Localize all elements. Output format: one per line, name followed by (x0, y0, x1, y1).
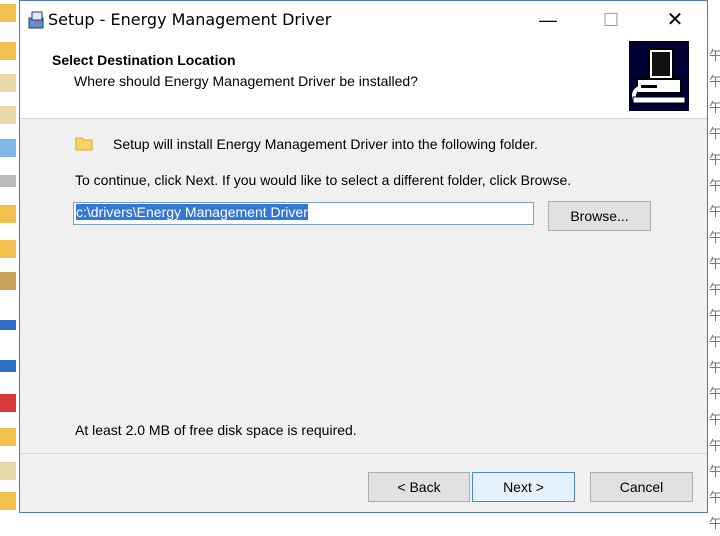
title-bar[interactable]: Setup - Energy Management Driver — ☐ ✕ (20, 1, 707, 39)
footer-separator (20, 453, 707, 454)
desktop-list-char: 午 (709, 412, 720, 427)
desktop-folder-icon (0, 4, 16, 22)
folder-icon (75, 137, 93, 151)
desktop-app-icon (0, 394, 16, 412)
minimize-button[interactable]: — (525, 1, 571, 39)
desktop-folder-icon (0, 205, 16, 223)
desktop-list-char: 午 (709, 490, 720, 505)
desktop-list-char: 午 (709, 256, 720, 271)
maximize-button[interactable]: ☐ (588, 1, 634, 39)
desktop-list-char: 午 (709, 516, 720, 531)
window-title: Setup - Energy Management Driver (48, 10, 332, 29)
desktop-list-char: 午 (709, 178, 720, 193)
next-button[interactable]: Next > (472, 472, 575, 502)
desktop-drive-icon (0, 175, 16, 187)
desktop-network-icon (0, 360, 16, 372)
desktop-list-char: 午 (709, 282, 720, 297)
desktop-music-folder-icon (0, 492, 16, 510)
back-button[interactable]: < Back (368, 472, 470, 502)
installer-computer-icon (629, 41, 689, 111)
desktop-list-char: 午 (709, 360, 720, 375)
desktop-document-icon (0, 106, 16, 124)
wizard-header: Select Destination Location Where should… (20, 39, 707, 119)
desktop-list-char: 午 (709, 100, 720, 115)
desktop-list-char: 午 (709, 308, 720, 323)
desktop-download-folder-icon (0, 428, 16, 446)
close-button[interactable]: ✕ (652, 1, 698, 39)
cancel-button[interactable]: Cancel (590, 472, 693, 502)
browse-button[interactable]: Browse... (548, 201, 651, 231)
desktop-list-char: 午 (709, 386, 720, 401)
desktop-list-char: 午 (709, 126, 720, 141)
desktop-onedrive-icon (0, 320, 16, 330)
desktop-list-char: 午 (709, 438, 720, 453)
desktop-list-char: 午 (709, 48, 720, 63)
desktop-video-folder-icon (0, 272, 16, 290)
desktop-list-char: 午 (709, 74, 720, 89)
desktop-list-char: 午 (709, 464, 720, 479)
desktop-list-char: 午 (709, 334, 720, 349)
desktop-music-folder-icon (0, 240, 16, 258)
desktop-list-char: 午 (709, 204, 720, 219)
desktop-download-folder-icon (0, 42, 16, 60)
destination-path-input[interactable]: c:\drivers\Energy Management Driver (73, 202, 534, 225)
instruction-text: To continue, click Next. If you would li… (75, 172, 572, 188)
desktop-document-icon (0, 74, 16, 92)
setup-dialog: Setup - Energy Management Driver — ☐ ✕ S… (19, 0, 708, 513)
page-title: Select Destination Location (52, 52, 236, 68)
desktop-list-char: 午 (709, 152, 720, 167)
desktop-document-icon (0, 462, 16, 480)
setup-app-icon (28, 11, 44, 29)
page-subtitle: Where should Energy Management Driver be… (74, 73, 418, 89)
disk-space-text: At least 2.0 MB of free disk space is re… (75, 422, 357, 438)
desktop-computer-icon (0, 139, 16, 157)
desktop-list-char: 午 (709, 230, 720, 245)
install-info-text: Setup will install Energy Management Dri… (113, 136, 538, 152)
path-selected-text: c:\drivers\Energy Management Driver (76, 204, 308, 220)
